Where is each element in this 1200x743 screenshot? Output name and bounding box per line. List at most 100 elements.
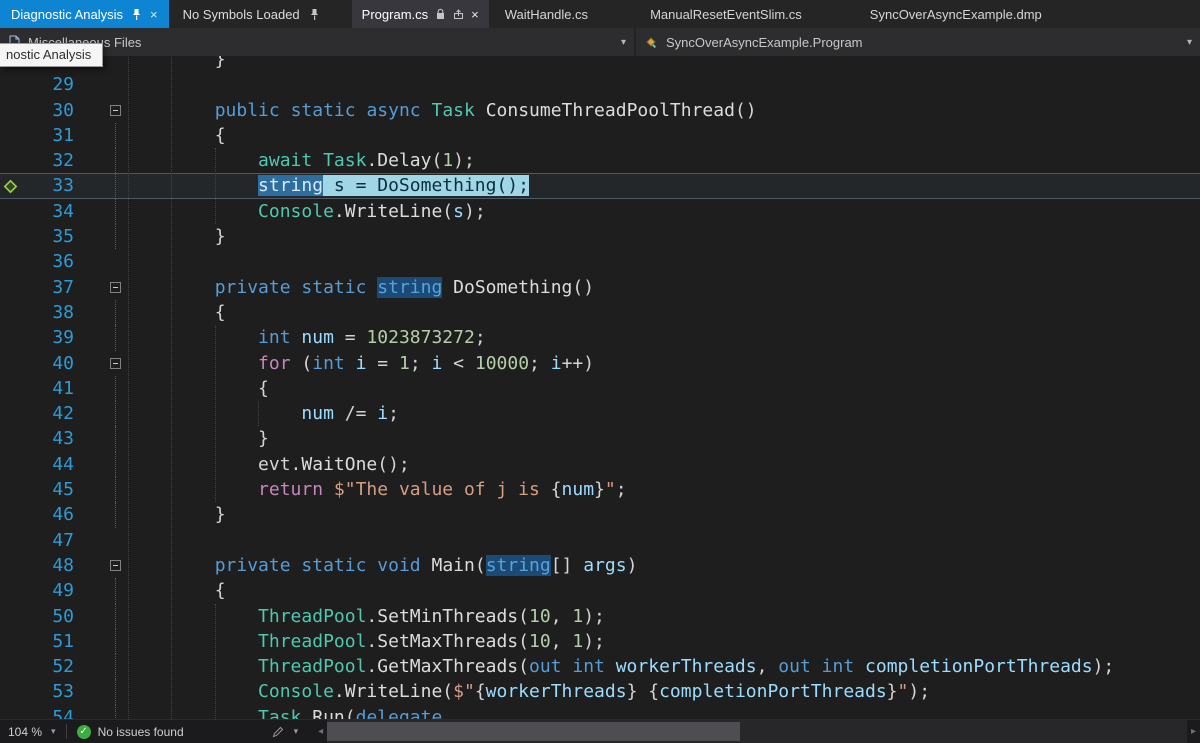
glyph-margin[interactable] [0,148,30,173]
code-editor[interactable]: 28 }2930 public static async Task Consum… [0,56,1200,720]
line-number[interactable]: 51 [30,629,74,654]
glyph-margin[interactable] [0,72,30,97]
pin-icon[interactable] [309,8,320,21]
chevron-down-icon[interactable]: ▾ [621,37,626,48]
code-line-42[interactable]: 42 num /= i; [0,401,1200,426]
scroll-right-icon[interactable]: ▸ [1187,726,1200,737]
code-line-53[interactable]: 53 Console.WriteLine($"{workerThreads} {… [0,679,1200,704]
tab-no-symbols-loaded[interactable]: No Symbols Loaded [177,0,326,28]
code-line-50[interactable]: 50 ThreadPool.SetMinThreads(10, 1); [0,604,1200,629]
line-number[interactable]: 44 [30,452,74,477]
tab-syncoverasyncexample-dmp[interactable]: SyncOverAsyncExample.dmp [864,0,1048,28]
tab-waithandle-cs[interactable]: WaitHandle.cs [499,0,594,28]
pencil-icon[interactable] [272,726,284,738]
glyph-margin[interactable] [0,123,30,148]
glyph-margin[interactable] [0,502,30,527]
line-number[interactable]: 35 [30,224,74,249]
glyph-margin[interactable] [0,249,30,274]
code-line-41[interactable]: 41 { [0,376,1200,401]
tab-diagnostic-analysis[interactable]: Diagnostic Analysis × [0,0,169,28]
scrollbar-track[interactable] [327,720,1187,743]
line-number[interactable]: 49 [30,578,74,603]
glyph-margin[interactable] [0,528,30,553]
code-line-29[interactable]: 29 [0,72,1200,97]
code-line-46[interactable]: 46 } [0,502,1200,527]
code-line-44[interactable]: 44 evt.WaitOne(); [0,452,1200,477]
glyph-margin[interactable] [0,351,30,376]
chevron-down-icon[interactable]: ▾ [1187,37,1192,48]
line-number[interactable]: 34 [30,199,74,224]
glyph-margin[interactable] [0,452,30,477]
tab-program-cs[interactable]: Program.cs × [352,0,489,28]
fold-collapse-button[interactable] [110,560,121,571]
glyph-margin[interactable] [0,553,30,578]
line-number[interactable]: 46 [30,502,74,527]
glyph-margin[interactable] [0,604,30,629]
line-number[interactable]: 39 [30,325,74,350]
code-line-40[interactable]: 40 for (int i = 1; i < 10000; i++) [0,351,1200,376]
code-line-28[interactable]: 28 } [0,56,1200,72]
line-number[interactable]: 53 [30,679,74,704]
tab-manualreseteventslim-cs[interactable]: ManualResetEventSlim.cs [644,0,808,28]
pin-icon[interactable] [131,8,142,21]
code-line-54[interactable]: 54 Task.Run(delegate [0,705,1200,720]
glyph-margin[interactable] [0,275,30,300]
line-number[interactable]: 29 [30,72,74,97]
line-number[interactable]: 33 [30,173,74,198]
line-number[interactable]: 52 [30,654,74,679]
close-icon[interactable]: × [471,8,479,21]
keep-open-icon[interactable] [453,9,464,20]
glyph-margin[interactable] [0,325,30,350]
horizontal-scrollbar[interactable]: ◂ ▸ [314,720,1200,743]
line-number[interactable]: 41 [30,376,74,401]
line-number[interactable]: 45 [30,477,74,502]
zoom-level-dropdown[interactable]: 104 % ▾ [0,720,66,743]
line-number[interactable]: 40 [30,351,74,376]
code-line-33[interactable]: 33 string s = DoSomething(); [0,173,1200,198]
line-number[interactable]: 30 [30,98,74,123]
fold-collapse-button[interactable] [110,282,121,293]
code-line-34[interactable]: 34 Console.WriteLine(s); [0,199,1200,224]
code-line-48[interactable]: 48 private static void Main(string[] arg… [0,553,1200,578]
code-line-35[interactable]: 35 } [0,224,1200,249]
glyph-margin[interactable] [0,679,30,704]
code-line-52[interactable]: 52 ThreadPool.GetMaxThreads(out int work… [0,654,1200,679]
glyph-margin[interactable] [0,477,30,502]
code-line-39[interactable]: 39 int num = 1023873272; [0,325,1200,350]
glyph-margin[interactable] [0,98,30,123]
line-number[interactable]: 32 [30,148,74,173]
fold-collapse-button[interactable] [110,105,121,116]
code-line-45[interactable]: 45 return $"The value of j is {num}"; [0,477,1200,502]
chevron-down-icon[interactable]: ▾ [294,726,299,737]
code-line-37[interactable]: 37 private static string DoSomething() [0,275,1200,300]
line-number[interactable]: 50 [30,604,74,629]
document-health-indicator[interactable]: ✓ No issues found [77,725,184,739]
code-line-49[interactable]: 49 { [0,578,1200,603]
glyph-margin[interactable] [0,401,30,426]
line-number[interactable]: 42 [30,401,74,426]
line-number[interactable]: 43 [30,426,74,451]
line-number[interactable]: 38 [30,300,74,325]
glyph-margin[interactable] [0,173,30,198]
code-line-47[interactable]: 47 [0,528,1200,553]
scrollbar-thumb[interactable] [327,722,740,741]
glyph-margin[interactable] [0,300,30,325]
glyph-margin[interactable] [0,629,30,654]
line-number[interactable]: 31 [30,123,74,148]
line-number[interactable]: 54 [30,705,74,720]
glyph-margin[interactable] [0,224,30,249]
line-number[interactable]: 48 [30,553,74,578]
glyph-margin[interactable] [0,199,30,224]
glyph-margin[interactable] [0,578,30,603]
line-number[interactable]: 36 [30,249,74,274]
code-line-43[interactable]: 43 } [0,426,1200,451]
glyph-margin[interactable] [0,705,30,720]
line-number[interactable]: 37 [30,275,74,300]
glyph-margin[interactable] [0,426,30,451]
line-number[interactable]: 47 [30,528,74,553]
code-line-38[interactable]: 38 { [0,300,1200,325]
glyph-margin[interactable] [0,654,30,679]
glyph-margin[interactable] [0,376,30,401]
code-line-36[interactable]: 36 [0,249,1200,274]
code-line-51[interactable]: 51 ThreadPool.SetMaxThreads(10, 1); [0,629,1200,654]
